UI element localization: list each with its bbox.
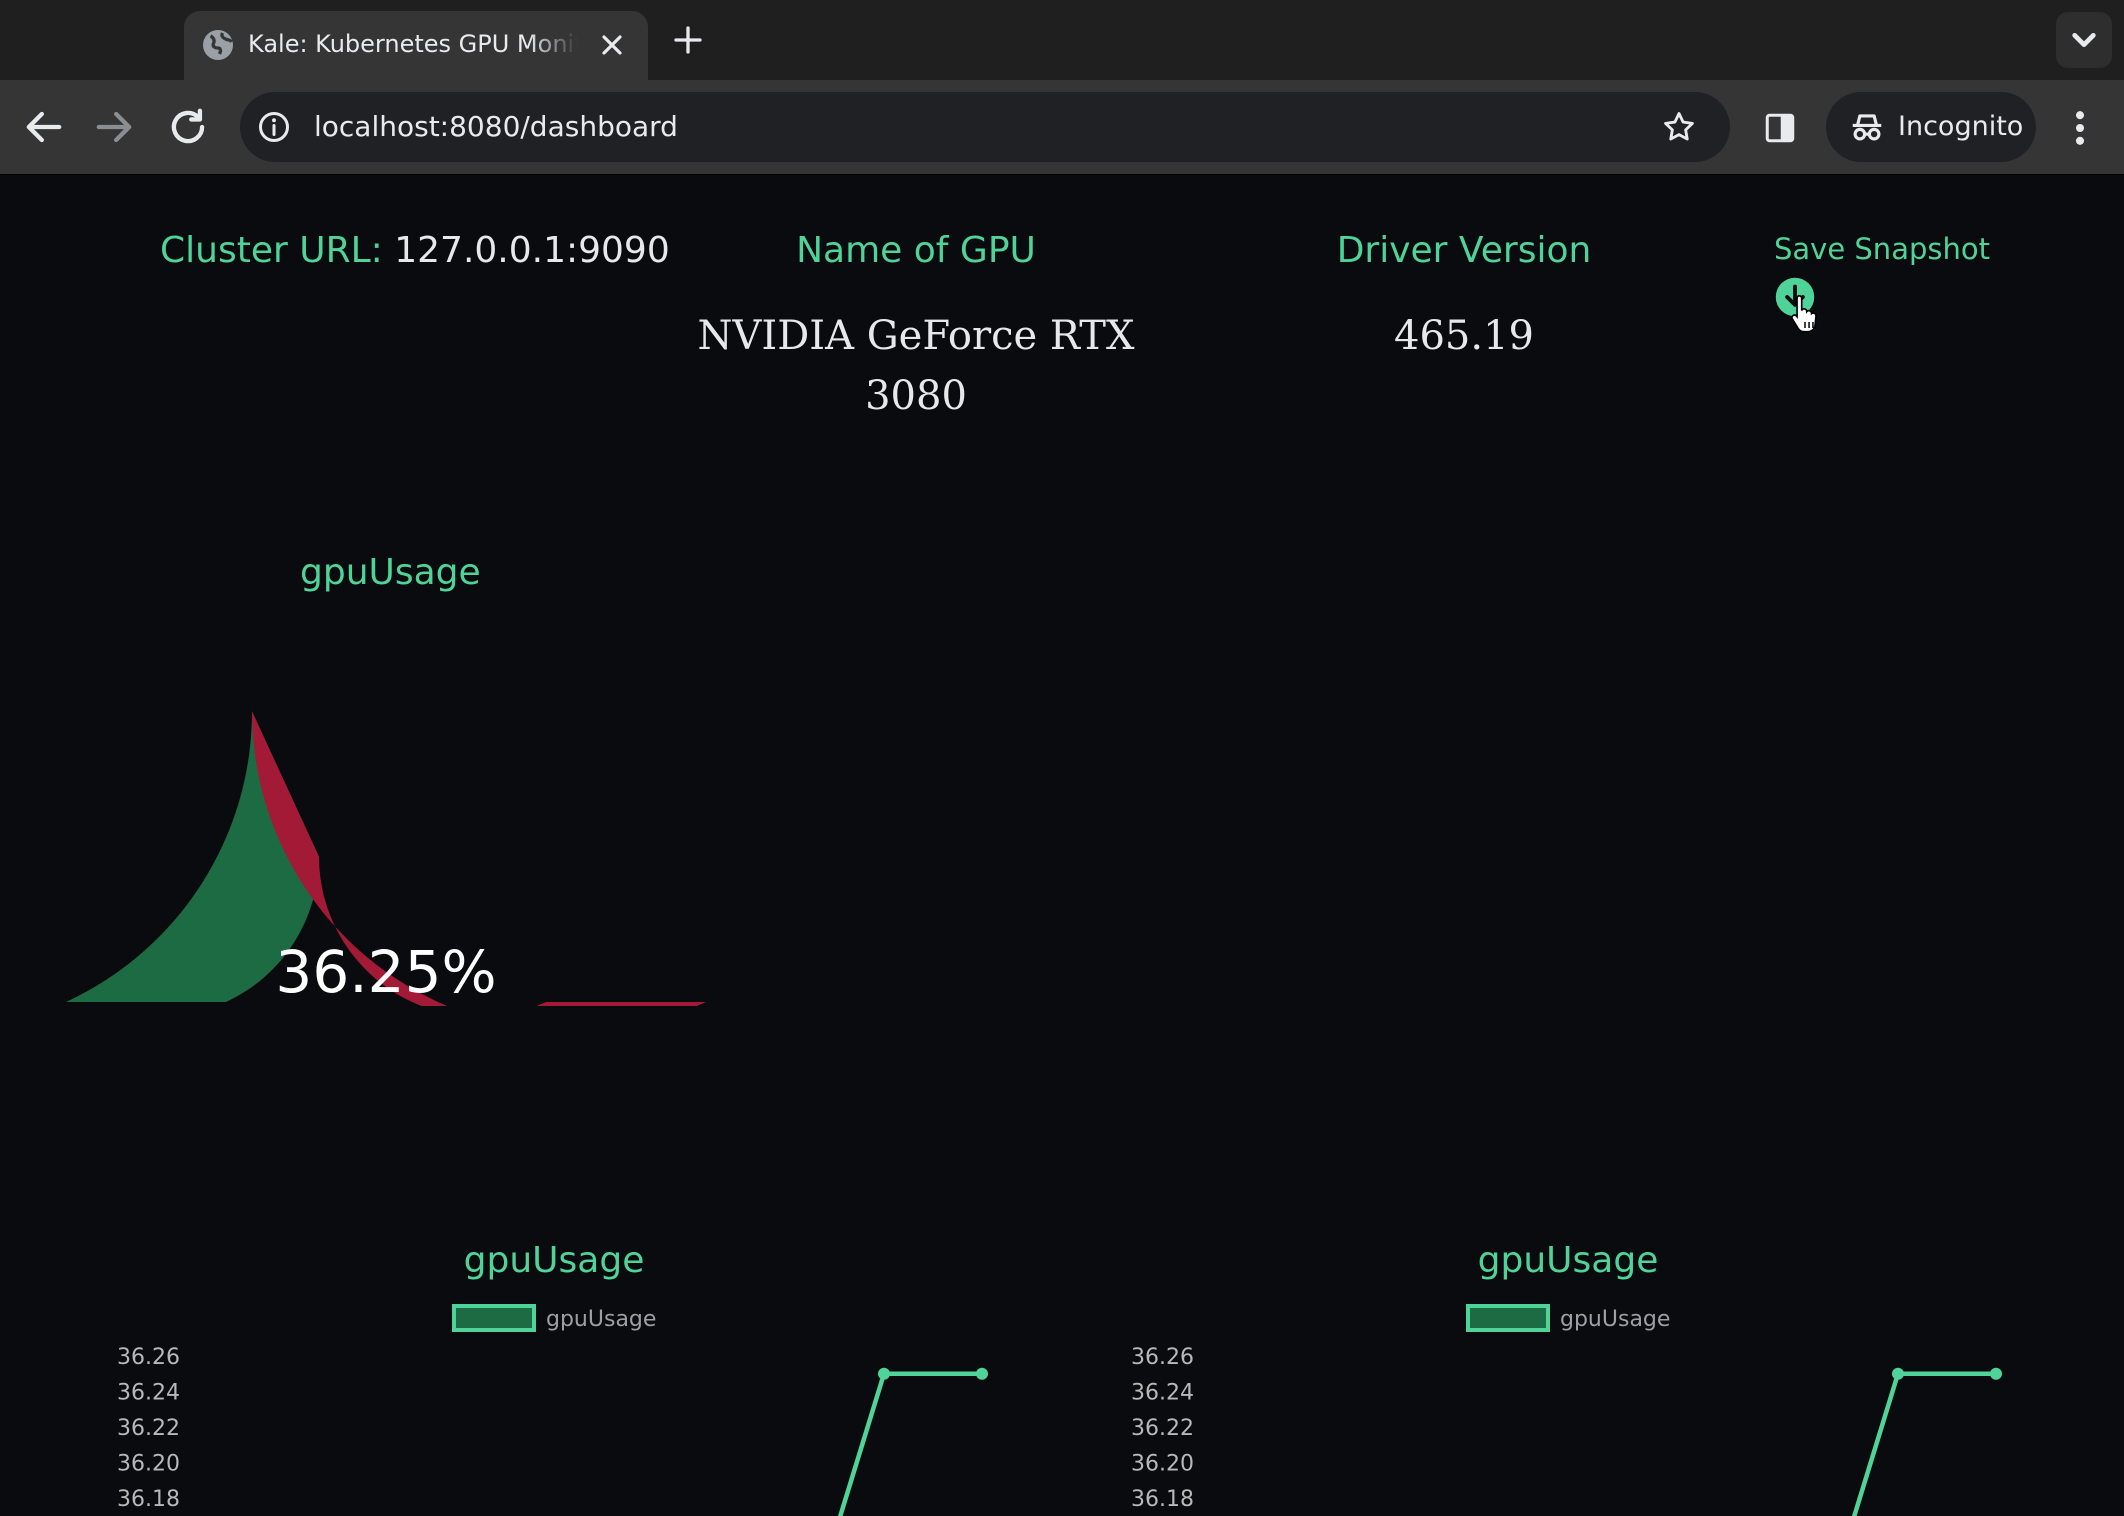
- browser-toolbar: localhost:8080/dashboard Incognito: [0, 80, 2124, 175]
- cluster-url: Cluster URL: 127.0.0.1:9090: [160, 230, 670, 271]
- address-bar[interactable]: localhost:8080/dashboard: [240, 92, 1730, 162]
- legend-label: gpuUsage: [1560, 1307, 1670, 1332]
- line-chart: gpuUsage 36.26 36.24 36.22 36.20 36.18: [117, 1304, 988, 1516]
- y-tick-label: 36.20: [1131, 1452, 1194, 1477]
- site-info-icon[interactable]: [256, 109, 292, 145]
- driver-version-label: Driver Version: [1336, 230, 1592, 271]
- tab-search-button[interactable]: [2056, 12, 2112, 68]
- series-line: [1851, 1371, 1996, 1516]
- tab-title: Kale: Kubernetes GPU Monitor: [248, 30, 578, 58]
- legend-swatch: [1466, 1304, 1550, 1332]
- driver-version-value: 465.19: [1394, 313, 1534, 359]
- gpu-name-value-line2: 3080: [865, 373, 967, 419]
- forward-icon[interactable]: [88, 101, 140, 153]
- gauge-title: gpuUsage: [300, 552, 481, 593]
- hand-pointer-icon: [1791, 294, 1817, 333]
- gpu-usage-chart-2: gpuUsage gpuUsage 36.26 36.24 36.22 36.20 36.…: [1068, 1230, 2068, 1516]
- url-text[interactable]: localhost:8080/dashboard: [314, 92, 678, 162]
- data-point: [1990, 1367, 2002, 1380]
- y-tick-label: 36.26: [1131, 1345, 1194, 1370]
- incognito-icon: [1852, 114, 1882, 141]
- more-menu-icon[interactable]: [2064, 106, 2096, 150]
- legend-swatch: [452, 1304, 536, 1332]
- chevron-down-icon: [2072, 33, 2096, 48]
- close-icon[interactable]: [596, 29, 628, 61]
- y-tick-label: 36.22: [117, 1416, 180, 1441]
- incognito-label: Incognito: [1898, 111, 2024, 142]
- back-icon[interactable]: [18, 101, 70, 153]
- data-point: [976, 1367, 988, 1380]
- gpu-name-value: NVIDIA GeForce RTX 3080: [686, 306, 1146, 426]
- reload-icon[interactable]: [162, 101, 214, 153]
- gpu-name-value-line1: NVIDIA GeForce RTX: [697, 313, 1135, 359]
- y-tick-label: 36.18: [117, 1487, 180, 1512]
- y-tick-label: 36.26: [117, 1345, 180, 1370]
- y-tick-label: 36.18: [1131, 1487, 1194, 1512]
- gpu-usage-chart-1: gpuUsage gpuUsage 36.26 36.24 36.22 36.20 36.…: [54, 1230, 1054, 1516]
- new-tab-icon[interactable]: [670, 22, 706, 58]
- bookmark-star-icon[interactable]: [1660, 108, 1698, 146]
- gauge-value: 36.25%: [275, 938, 497, 1006]
- side-panel-icon[interactable]: [1762, 110, 1798, 146]
- y-tick-label: 36.22: [1131, 1416, 1194, 1441]
- browser-tab-strip: Kale: Kubernetes GPU Monitor: [0, 0, 2124, 80]
- y-tick-label: 36.24: [117, 1381, 180, 1406]
- globe-icon: [203, 30, 233, 60]
- y-tick-label: 36.20: [117, 1452, 180, 1477]
- data-point: [1892, 1367, 1904, 1380]
- cluster-url-label: Cluster URL:: [160, 230, 383, 271]
- data-point: [878, 1367, 890, 1380]
- browser-tab[interactable]: Kale: Kubernetes GPU Monitor: [184, 11, 648, 80]
- incognito-indicator[interactable]: Incognito: [1826, 92, 2036, 162]
- cluster-url-value: 127.0.0.1:9090: [394, 230, 670, 271]
- series-line: [837, 1371, 982, 1516]
- y-tick-label: 36.24: [1131, 1381, 1194, 1406]
- legend-label: gpuUsage: [546, 1307, 656, 1332]
- line-chart: gpuUsage 36.26 36.24 36.22 36.20 36.18: [1131, 1304, 2002, 1516]
- gpu-name-label: Name of GPU: [796, 230, 1036, 271]
- save-snapshot-label: Save Snapshot: [1774, 232, 1990, 266]
